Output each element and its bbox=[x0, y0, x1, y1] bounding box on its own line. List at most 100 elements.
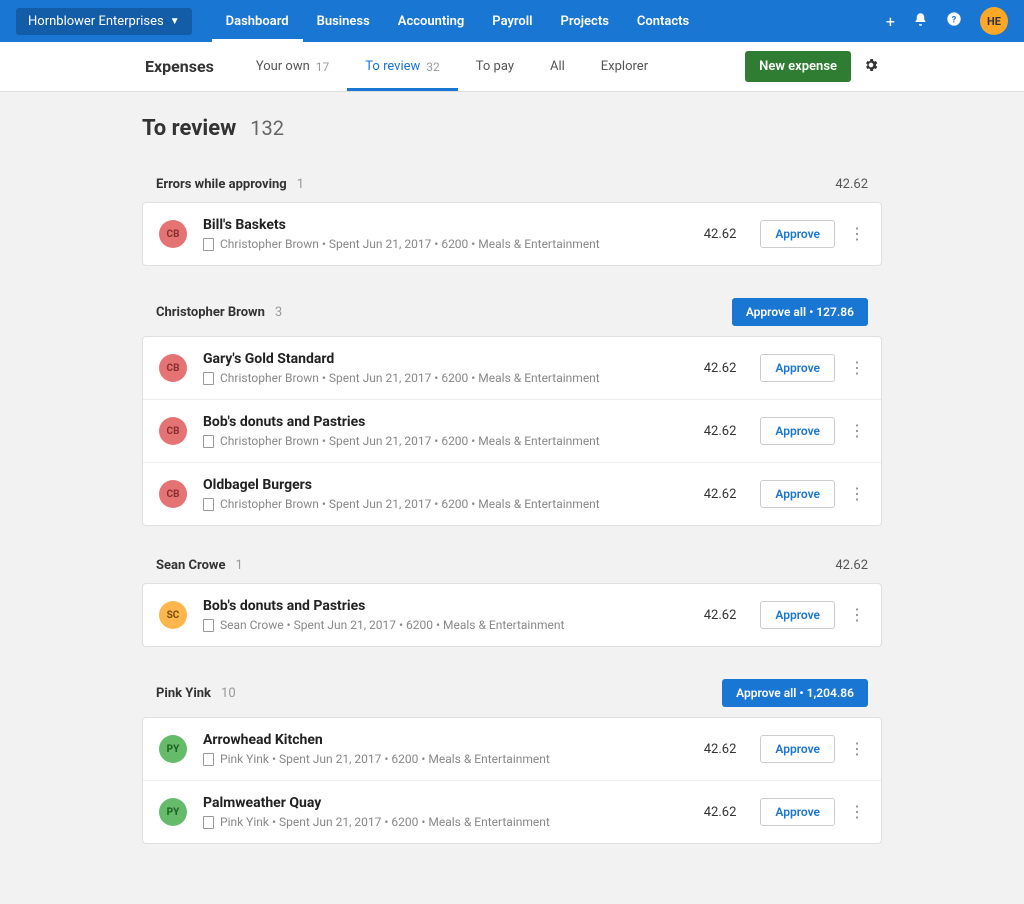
expense-main: Arrowhead KitchenPink Yink • Spent Jun 2… bbox=[203, 732, 686, 766]
kebab-icon[interactable]: ⋮ bbox=[849, 226, 865, 242]
org-name: Hornblower Enterprises bbox=[28, 14, 164, 29]
submitter-avatar: CB bbox=[159, 220, 187, 248]
nav-projects[interactable]: Projects bbox=[547, 2, 623, 41]
main-nav: DashboardBusinessAccountingPayrollProjec… bbox=[212, 2, 704, 41]
expense-row[interactable]: CB Bill's BasketsChristopher Brown • Spen… bbox=[143, 203, 881, 265]
expense-row[interactable]: PY Palmweather Quay Pink Yink • Spent Jun … bbox=[143, 781, 881, 843]
tab-to-review[interactable]: To review32 bbox=[347, 42, 457, 91]
expense-row[interactable]: CB Gary's Gold Standard Christopher Brown … bbox=[143, 337, 881, 400]
page-title-count: 132 bbox=[250, 116, 284, 140]
submitter-avatar: CB bbox=[159, 354, 187, 382]
kebab-icon[interactable]: ⋮ bbox=[849, 607, 865, 623]
org-selector[interactable]: Hornblower Enterprises ▼ bbox=[16, 8, 192, 35]
nav-dashboard[interactable]: Dashboard bbox=[212, 2, 303, 41]
group-header: Christopher Brown 3 Approve all • 127.86 bbox=[142, 286, 882, 336]
expense-meta: Sean Crowe • Spent Jun 21, 2017 • 6200 •… bbox=[203, 618, 686, 632]
group-name: Pink Yink bbox=[156, 686, 211, 701]
gear-icon[interactable] bbox=[863, 57, 879, 77]
document-icon bbox=[203, 498, 214, 511]
expense-amount: 42.62 bbox=[686, 361, 736, 376]
group-name: Sean Crowe bbox=[156, 558, 225, 573]
expense-title: Bob's donuts and Pastries bbox=[203, 598, 686, 614]
kebab-icon[interactable]: ⋮ bbox=[849, 741, 865, 757]
expense-row[interactable]: SC Bob's donuts and Pastries Sean Crowe • … bbox=[143, 584, 881, 646]
expense-amount: 42.62 bbox=[686, 424, 736, 439]
approve-all-button[interactable]: Approve all • 1,204.86 bbox=[722, 679, 868, 707]
expense-title: Arrowhead Kitchen bbox=[203, 732, 686, 748]
tab-label: Explorer bbox=[601, 59, 648, 74]
subbar-right: New expense bbox=[745, 51, 1024, 82]
expense-main: Bob's donuts and Pastries Sean Crowe • Sp… bbox=[203, 598, 686, 632]
group-count: 1 bbox=[235, 558, 242, 573]
kebab-icon[interactable]: ⋮ bbox=[849, 804, 865, 820]
content: To review 132 Errors while approving 1 42.… bbox=[142, 92, 882, 904]
tab-your-own[interactable]: Your own17 bbox=[238, 42, 347, 91]
kebab-icon[interactable]: ⋮ bbox=[849, 423, 865, 439]
help-icon[interactable]: ? bbox=[946, 11, 962, 31]
expense-main: Bob's donuts and PastriesChristopher Bro… bbox=[203, 414, 686, 448]
tabs: Your own17To review32To payAll Explorer bbox=[238, 42, 666, 91]
expense-row[interactable]: PY Arrowhead KitchenPink Yink • Spent Jun… bbox=[143, 718, 881, 781]
expense-row[interactable]: CBOldbagel BurgersChristopher Brown • Sp… bbox=[143, 463, 881, 525]
approve-button[interactable]: Approve bbox=[760, 601, 835, 629]
group-count: 3 bbox=[275, 305, 282, 320]
group-total: 42.62 bbox=[835, 558, 868, 573]
expense-main: Bill's BasketsChristopher Brown • Spent … bbox=[203, 217, 686, 251]
tab-label: Your own bbox=[256, 59, 310, 74]
expense-row[interactable]: CB Bob's donuts and PastriesChristopher B… bbox=[143, 400, 881, 463]
document-icon bbox=[203, 619, 214, 632]
approve-button[interactable]: Approve bbox=[760, 798, 835, 826]
nav-payroll[interactable]: Payroll bbox=[478, 2, 546, 41]
expense-title: Palmweather Quay bbox=[203, 795, 686, 811]
group-card: CB Gary's Gold Standard Christopher Brown … bbox=[142, 336, 882, 526]
group-card: CB Bill's BasketsChristopher Brown • Spen… bbox=[142, 202, 882, 266]
expense-amount: 42.62 bbox=[686, 608, 736, 623]
approve-all-button[interactable]: Approve all • 127.86 bbox=[732, 298, 868, 326]
new-expense-button[interactable]: New expense bbox=[745, 51, 851, 82]
expense-meta: Pink Yink • Spent Jun 21, 2017 • 6200 • … bbox=[203, 815, 686, 829]
document-icon bbox=[203, 238, 214, 251]
expense-meta: Christopher Brown • Spent Jun 21, 2017 •… bbox=[203, 371, 686, 385]
document-icon bbox=[203, 753, 214, 766]
document-icon bbox=[203, 816, 214, 829]
document-icon bbox=[203, 372, 214, 385]
kebab-icon[interactable]: ⋮ bbox=[849, 360, 865, 376]
nav-contacts[interactable]: Contacts bbox=[623, 2, 703, 41]
group-name: Errors while approving bbox=[156, 177, 287, 192]
expense-main: Oldbagel BurgersChristopher Brown • Spen… bbox=[203, 477, 686, 511]
chevron-down-icon: ▼ bbox=[170, 16, 180, 27]
page-title: To review 132 bbox=[142, 116, 882, 141]
approve-button[interactable]: Approve bbox=[760, 220, 835, 248]
bell-icon[interactable] bbox=[913, 12, 928, 31]
submitter-avatar: CB bbox=[159, 417, 187, 445]
group-total: 42.62 bbox=[835, 177, 868, 192]
nav-business[interactable]: Business bbox=[303, 2, 384, 41]
tab-to-pay[interactable]: To pay bbox=[458, 42, 532, 91]
subbar: Expenses Your own17To review32To payAllE… bbox=[0, 42, 1024, 92]
group-name: Christopher Brown bbox=[156, 305, 265, 320]
group-header: Sean Crowe 1 42.62 bbox=[142, 546, 882, 583]
approve-button[interactable]: Approve bbox=[760, 417, 835, 445]
group-header: Errors while approving 1 42.62 bbox=[142, 165, 882, 202]
submitter-avatar: PY bbox=[159, 735, 187, 763]
submitter-avatar: SC bbox=[159, 601, 187, 629]
topbar-right: + ? HE bbox=[886, 7, 1008, 35]
expense-main: Gary's Gold Standard Christopher Brown • … bbox=[203, 351, 686, 385]
submitter-avatar: PY bbox=[159, 798, 187, 826]
plus-icon[interactable]: + bbox=[886, 12, 895, 31]
tab-count: 32 bbox=[426, 60, 440, 74]
expense-main: Palmweather Quay Pink Yink • Spent Jun 21… bbox=[203, 795, 686, 829]
kebab-icon[interactable]: ⋮ bbox=[849, 486, 865, 502]
expense-title: Gary's Gold Standard bbox=[203, 351, 686, 367]
nav-accounting[interactable]: Accounting bbox=[384, 2, 479, 41]
expense-amount: 42.62 bbox=[686, 805, 736, 820]
svg-text:?: ? bbox=[952, 14, 957, 25]
approve-button[interactable]: Approve bbox=[760, 354, 835, 382]
user-avatar[interactable]: HE bbox=[980, 7, 1008, 35]
approve-button[interactable]: Approve bbox=[760, 480, 835, 508]
expense-meta: Christopher Brown • Spent Jun 21, 2017 •… bbox=[203, 497, 686, 511]
tab-all[interactable]: All bbox=[532, 42, 583, 91]
approve-button[interactable]: Approve bbox=[760, 735, 835, 763]
tab-explorer[interactable]: Explorer bbox=[583, 42, 666, 91]
group-count: 1 bbox=[297, 177, 304, 192]
